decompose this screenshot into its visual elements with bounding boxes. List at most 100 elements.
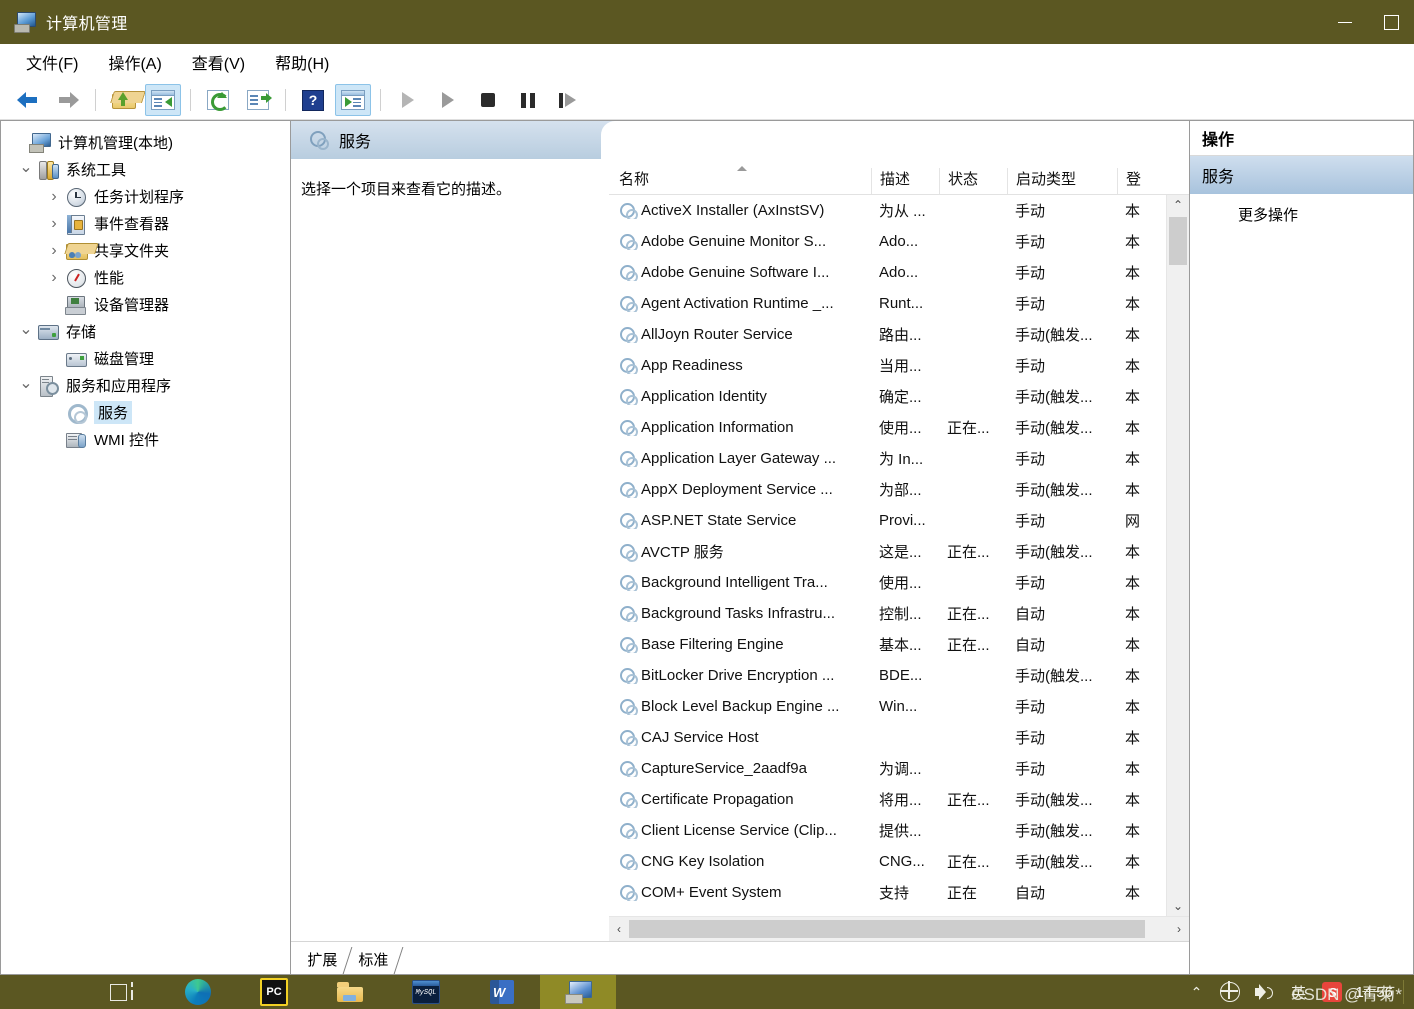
tree-item-performance[interactable]: 性能 (1, 264, 290, 291)
table-row[interactable]: Agent Activation Runtime _... Runt... 手动 本 (609, 288, 1166, 319)
scroll-right-button[interactable]: › (1169, 922, 1189, 936)
table-row[interactable]: CAJ Service Host 手动 本 (609, 722, 1166, 753)
cell-logon-as: 本 (1125, 451, 1141, 468)
show-hidden-icons-button[interactable]: ⌃ (1179, 975, 1213, 1009)
stop-service-button[interactable] (470, 84, 506, 116)
chevron-down-icon[interactable] (15, 322, 37, 342)
tree-item-wmi-control[interactable]: WMI 控件 (1, 426, 290, 453)
minimize-button[interactable] (1322, 0, 1368, 44)
column-header-name[interactable]: 名称 (609, 166, 871, 194)
horizontal-scrollbar[interactable]: ‹ › (609, 916, 1189, 941)
tree-item-device-manager[interactable]: 设备管理器 (1, 291, 290, 318)
computer-management-button[interactable] (540, 975, 616, 1009)
volume-button[interactable] (1247, 975, 1281, 1009)
word-button[interactable]: W (464, 975, 540, 1009)
table-row[interactable]: Application Layer Gateway ... 为 In... 手动 本 (609, 443, 1166, 474)
tree-item-shared-folders[interactable]: 共享文件夹 (1, 237, 290, 264)
tree-item-disk-management[interactable]: 磁盘管理 (1, 345, 290, 372)
cell-logon-as: 本 (1125, 668, 1141, 685)
pc-app-button[interactable]: PC (236, 975, 312, 1009)
chevron-right-icon[interactable] (43, 269, 65, 287)
cell-startup-type: 手动 (1015, 513, 1046, 530)
tree-item-services[interactable]: 服务 (1, 399, 290, 426)
table-row[interactable]: COM+ Event System 支持 正在 自动 本 (609, 877, 1166, 908)
cell-status: 正在... (947, 792, 990, 809)
sogou-input-button[interactable]: S (1315, 975, 1349, 1009)
scroll-down-button[interactable]: ⌄ (1167, 896, 1189, 916)
table-row[interactable]: ASP.NET State Service Provi... 手动 网 (609, 505, 1166, 536)
table-row[interactable]: AVCTP 服务 这是... 正在... 手动(触发... 本 (609, 536, 1166, 567)
tree-item-services-and-applications[interactable]: 服务和应用程序 (1, 372, 290, 399)
vertical-scrollbar[interactable]: ⌃ ⌄ (1166, 195, 1189, 916)
mysql-button[interactable]: MySQL (388, 975, 464, 1009)
scroll-left-button[interactable]: ‹ (609, 922, 629, 936)
tree-item-system-tools[interactable]: 系统工具 (1, 156, 290, 183)
taskview-button[interactable] (84, 975, 160, 1009)
action-more-actions[interactable]: 更多操作 (1190, 194, 1413, 225)
taskbar-clock[interactable]: 14:56 (1349, 984, 1403, 1001)
tab-extended[interactable]: 扩展 (292, 947, 353, 974)
tree-item-task-scheduler[interactable]: 任务计划程序 (1, 183, 290, 210)
horizontal-scroll-thumb[interactable] (629, 920, 1145, 938)
cell-service-name: Background Intelligent Tra... (609, 574, 871, 591)
pause-service-button[interactable] (510, 84, 546, 116)
menu-action[interactable]: 操作(A) (96, 46, 173, 78)
column-header-logon-as[interactable]: 登 (1117, 168, 1189, 194)
chevron-down-icon[interactable] (15, 376, 37, 396)
table-row[interactable]: Background Tasks Infrastru... 控制... 正在... 自… (609, 598, 1166, 629)
table-row[interactable]: App Readiness 当用... 手动 本 (609, 350, 1166, 381)
chevron-right-icon[interactable] (43, 242, 65, 260)
table-row[interactable]: Client License Service (Clip... 提供... 手动(触… (609, 815, 1166, 846)
chevron-right-icon[interactable] (43, 188, 65, 206)
show-desktop-button[interactable] (1403, 980, 1408, 1004)
forward-button[interactable] (50, 84, 86, 116)
table-row[interactable]: Application Identity 确定... 手动(触发... 本 (609, 381, 1166, 412)
tree-item-event-viewer[interactable]: 事件查看器 (1, 210, 290, 237)
restart-service-button[interactable] (550, 84, 586, 116)
scroll-up-button[interactable]: ⌃ (1167, 195, 1189, 215)
file-explorer-button[interactable] (312, 975, 388, 1009)
properties-button[interactable] (335, 84, 371, 116)
chevron-down-icon[interactable] (15, 160, 37, 180)
actions-section-services[interactable]: 服务 (1190, 156, 1413, 194)
table-row[interactable]: Base Filtering Engine 基本... 正在... 自动 本 (609, 629, 1166, 660)
table-row[interactable]: BitLocker Drive Encryption ... BDE... 手动(触… (609, 660, 1166, 691)
table-row[interactable]: CNG Key Isolation CNG... 正在... 手动(触发... 本 (609, 846, 1166, 877)
start-service-button[interactable] (390, 84, 426, 116)
edge-button[interactable] (160, 975, 236, 1009)
vertical-scroll-thumb[interactable] (1169, 217, 1187, 265)
export-list-button[interactable] (240, 84, 276, 116)
chevron-right-icon[interactable] (43, 215, 65, 233)
column-header-description[interactable]: 描述 (871, 168, 939, 194)
tree-item-computer-management[interactable]: 计算机管理(本地) (1, 129, 290, 156)
table-row[interactable]: Adobe Genuine Software I... Ado... 手动 本 (609, 257, 1166, 288)
menu-view[interactable]: 查看(V) (180, 46, 257, 78)
menu-file[interactable]: 文件(F) (14, 46, 90, 78)
help-button[interactable]: ? (295, 84, 331, 116)
services-header: 服务 (291, 121, 1189, 160)
table-row[interactable]: AppX Deployment Service ... 为部... 手动(触发...… (609, 474, 1166, 505)
column-header-startup-type[interactable]: 启动类型 (1007, 168, 1117, 194)
network-button[interactable] (1213, 975, 1247, 1009)
table-row[interactable]: Background Intelligent Tra... 使用... 手动 本 (609, 567, 1166, 598)
table-row[interactable]: ActiveX Installer (AxInstSV) 为从 ... 手动 本 (609, 195, 1166, 226)
back-button[interactable] (10, 84, 46, 116)
column-header-status[interactable]: 状态 (939, 168, 1007, 194)
table-row[interactable]: CaptureService_2aadf9a 为调... 手动 本 (609, 753, 1166, 784)
table-row[interactable]: AllJoyn Router Service 路由... 手动(触发... 本 (609, 319, 1166, 350)
ime-indicator[interactable]: 英 (1281, 975, 1315, 1009)
maximize-button[interactable] (1368, 0, 1414, 44)
cell-service-name: Block Level Backup Engine ... (609, 698, 871, 715)
table-row[interactable]: Application Information 使用... 正在... 手动(触发..… (609, 412, 1166, 443)
table-row[interactable]: Certificate Propagation 将用... 正在... 手动(触发..… (609, 784, 1166, 815)
table-row[interactable]: Block Level Backup Engine ... Win... 手动 本 (609, 691, 1166, 722)
up-one-level-button[interactable] (105, 84, 146, 116)
refresh-button[interactable] (200, 84, 236, 116)
tree-item-storage[interactable]: 存储 (1, 318, 290, 345)
menu-help[interactable]: 帮助(H) (263, 46, 341, 78)
tab-standard[interactable]: 标准 (343, 947, 404, 974)
table-row[interactable]: Adobe Genuine Monitor S... Ado... 手动 本 (609, 226, 1166, 257)
tree-item-label: WMI 控件 (94, 432, 159, 449)
resume-service-button[interactable] (430, 84, 466, 116)
show-hide-console-tree-button[interactable] (145, 84, 181, 116)
